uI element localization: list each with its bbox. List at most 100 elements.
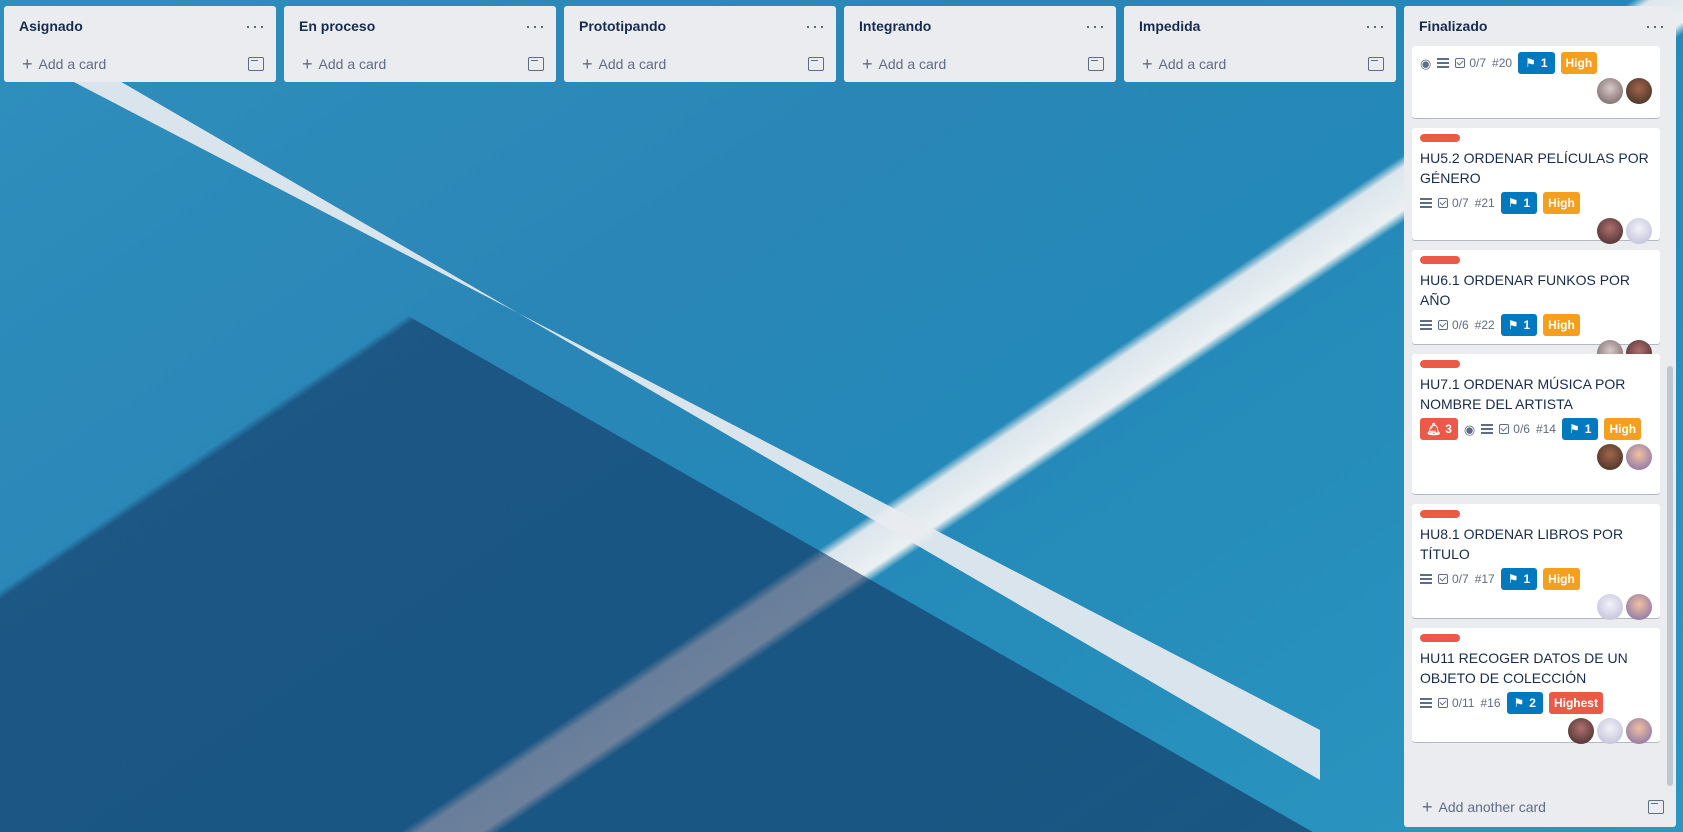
flag-icon: ⚑ — [1513, 696, 1525, 710]
card-label[interactable] — [1420, 634, 1460, 642]
flag-badge: ⚑ 1 — [1500, 568, 1538, 590]
avatar[interactable] — [1626, 444, 1652, 470]
avatar[interactable] — [1568, 718, 1594, 744]
avatar[interactable] — [1597, 78, 1623, 104]
card[interactable]: ◉ 0/7 #20 ⚑ 1 High — [1412, 46, 1660, 118]
list-title[interactable]: Finalizado — [1419, 18, 1487, 34]
card-badges: 0/7 #21 ⚑ 1 High — [1420, 192, 1652, 214]
avatar[interactable] — [1626, 78, 1652, 104]
dots-menu-icon[interactable]: ··· — [1085, 17, 1106, 35]
template-icon[interactable] — [808, 57, 824, 71]
template-icon[interactable] — [1088, 57, 1104, 71]
add-another-card-button[interactable]: + Add another card — [1422, 798, 1546, 816]
list-title[interactable]: Asignado — [19, 18, 83, 34]
dots-menu-icon[interactable]: ··· — [1365, 17, 1386, 35]
plus-icon: + — [1142, 54, 1153, 74]
card-number: #17 — [1474, 572, 1495, 586]
card[interactable]: HU5.2 ORDENAR PELÍCULAS POR GÉNERO 0/7 #… — [1412, 128, 1660, 244]
description-icon — [1437, 52, 1450, 74]
list-title[interactable]: Prototipando — [579, 18, 666, 34]
scrollbar[interactable] — [1667, 366, 1673, 786]
checklist-badge: 0/6 — [1499, 418, 1530, 440]
bell-icon: 🔔︎ — [1426, 422, 1442, 436]
dots-menu-icon[interactable]: ··· — [1645, 17, 1666, 35]
card-list[interactable]: ◉ 0/7 #20 ⚑ 1 High HU5.2 ORDENAR PELÍCULA… — [1404, 46, 1676, 790]
checklist-badge: 0/6 — [1438, 314, 1469, 336]
card[interactable]: HU7.1 ORDENAR MÚSICA POR NOMBRE DEL ARTI… — [1412, 354, 1660, 494]
flag-count: 1 — [1540, 56, 1548, 70]
add-card-label: Add a card — [38, 56, 107, 72]
card-label[interactable] — [1420, 360, 1460, 368]
dots-menu-icon[interactable]: ··· — [805, 17, 826, 35]
checklist-icon — [1499, 424, 1510, 434]
list-asignado: Asignado ··· + Add a card — [4, 6, 276, 82]
description-icon — [1420, 568, 1432, 590]
card-label[interactable] — [1420, 510, 1460, 518]
card-number: #20 — [1492, 56, 1513, 70]
add-card-row: + Add a card — [844, 46, 1116, 82]
checklist-count: 0/6 — [1513, 422, 1530, 436]
priority-badge: High — [1543, 314, 1580, 336]
board: Asignado ··· + Add a card En proceso ··· … — [0, 0, 1683, 832]
card-members — [1420, 718, 1652, 744]
priority-badge: High — [1543, 568, 1580, 590]
template-icon[interactable] — [1368, 57, 1384, 71]
avatar[interactable] — [1597, 218, 1623, 244]
description-icon — [1481, 418, 1494, 440]
add-another-card-row: + Add another card — [1404, 790, 1676, 824]
description-icon — [1420, 314, 1432, 336]
list-title[interactable]: Impedida — [1139, 18, 1200, 34]
flag-icon: ⚑ — [1568, 422, 1580, 436]
add-card-button[interactable]: + Add a card — [302, 55, 386, 73]
checklist-icon — [1438, 320, 1448, 330]
flag-badge: ⚑ 1 — [1561, 418, 1599, 440]
add-another-card-label: Add another card — [1438, 799, 1546, 815]
dots-menu-icon[interactable]: ··· — [245, 17, 266, 35]
flag-badge: ⚑ 2 — [1506, 692, 1543, 714]
list-header: Asignado ··· — [4, 6, 276, 46]
add-card-button[interactable]: + Add a card — [582, 55, 666, 73]
list-title[interactable]: En proceso — [299, 18, 375, 34]
add-card-button[interactable]: + Add a card — [1142, 55, 1226, 73]
add-card-label: Add a card — [598, 56, 667, 72]
avatar[interactable] — [1597, 718, 1623, 744]
template-icon[interactable] — [248, 57, 264, 71]
card[interactable]: HU8.1 ORDENAR LIBROS POR TÍTULO 0/7 #17 … — [1412, 504, 1660, 620]
notification-count: 3 — [1445, 422, 1452, 436]
card-label[interactable] — [1420, 256, 1460, 264]
dots-menu-icon[interactable]: ··· — [525, 17, 546, 35]
checklist-icon — [1455, 58, 1466, 68]
add-card-button[interactable]: + Add a card — [862, 55, 946, 73]
eye-icon: ◉ — [1463, 421, 1476, 437]
checklist-icon — [1438, 574, 1448, 584]
checklist-icon — [1438, 698, 1448, 708]
checklist-count: 0/7 — [1452, 572, 1469, 586]
plus-icon: + — [582, 54, 593, 74]
list-header: Impedida ··· — [1124, 6, 1396, 46]
list-integrando: Integrando ··· + Add a card — [844, 6, 1116, 82]
card[interactable]: HU6.1 ORDENAR FUNKOS POR AÑO 0/6 #22 ⚑ 1 … — [1412, 250, 1660, 366]
add-card-button[interactable]: + Add a card — [22, 55, 106, 73]
card-members — [1420, 594, 1652, 620]
plus-icon: + — [302, 54, 313, 74]
avatar[interactable] — [1626, 594, 1652, 620]
checklist-badge: 0/11 — [1438, 692, 1474, 714]
priority-badge: High — [1560, 52, 1598, 74]
card[interactable]: HU11 RECOGER DATOS DE UN OBJETO DE COLEC… — [1412, 628, 1660, 744]
checklist-badge: 0/7 — [1438, 192, 1469, 214]
flag-count: 1 — [1523, 572, 1531, 586]
checklist-count: 0/7 — [1469, 56, 1487, 70]
flag-count: 2 — [1529, 696, 1536, 710]
avatar[interactable] — [1597, 594, 1623, 620]
template-icon[interactable] — [528, 57, 544, 71]
card-number: #14 — [1535, 422, 1556, 436]
add-card-label: Add a card — [1158, 56, 1227, 72]
card-title: HU6.1 ORDENAR FUNKOS POR AÑO — [1420, 272, 1631, 308]
avatar[interactable] — [1626, 218, 1652, 244]
avatar[interactable] — [1597, 444, 1623, 470]
template-icon[interactable] — [1648, 800, 1664, 814]
list-title[interactable]: Integrando — [859, 18, 931, 34]
avatar[interactable] — [1626, 718, 1652, 744]
card-label[interactable] — [1420, 134, 1460, 142]
flag-badge: ⚑ 1 — [1518, 52, 1555, 74]
